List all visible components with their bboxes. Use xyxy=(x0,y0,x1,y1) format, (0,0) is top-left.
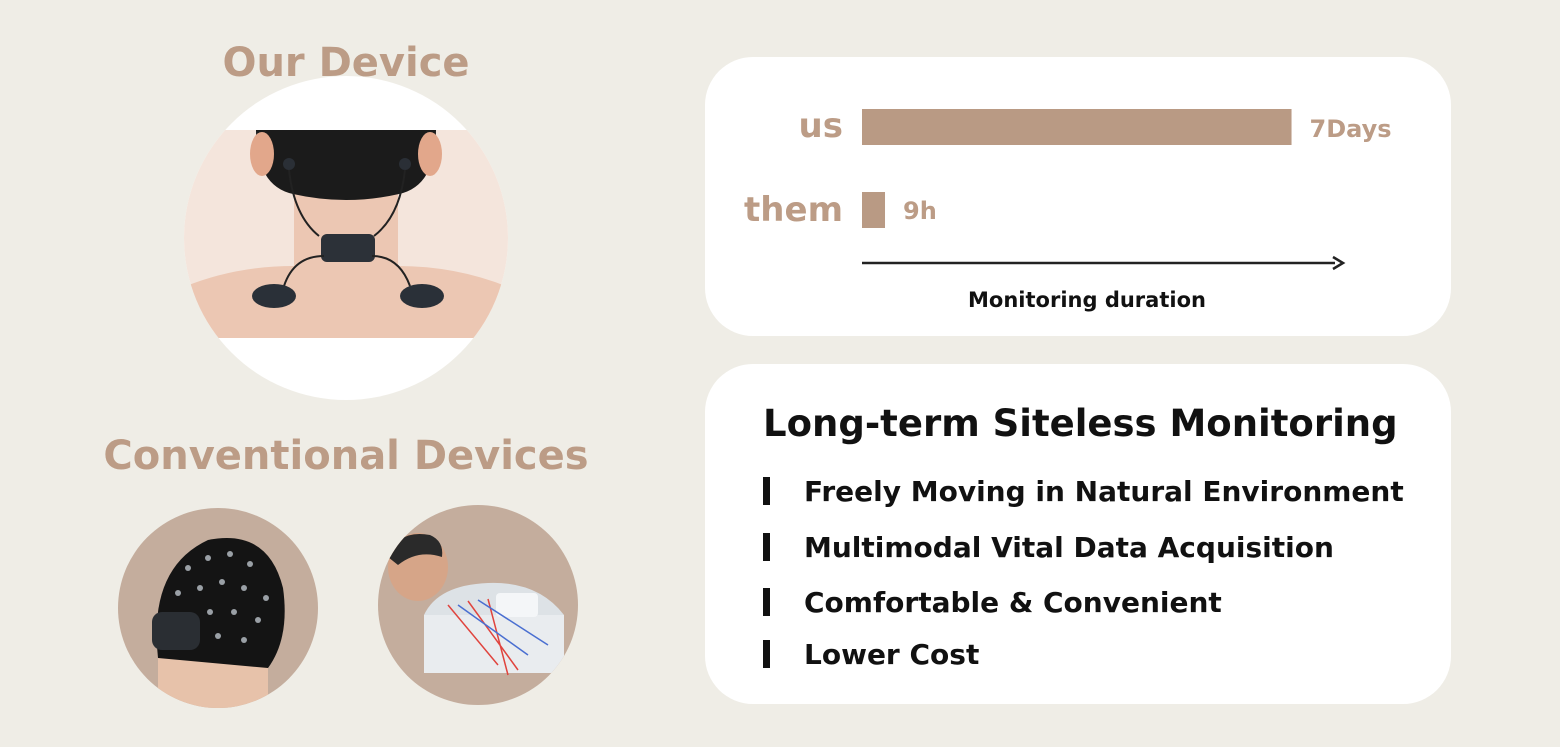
eeg-cap-illustration xyxy=(152,538,285,708)
features-title: Long-term Siteless Monitoring xyxy=(763,402,1398,445)
feature-item: Freely Moving in Natural Environment xyxy=(763,474,1404,508)
holter-patient-photo xyxy=(378,505,578,705)
eeg-cap-photo xyxy=(118,508,318,708)
feature-text: Lower Cost xyxy=(804,637,980,671)
bullet-bar-icon xyxy=(763,477,770,505)
category-label-us: us xyxy=(799,106,843,146)
our-device-photo xyxy=(184,76,508,400)
duration-chart-card: us them 7Days 9h Monitoring duration xyxy=(705,57,1451,336)
feature-item: Multimodal Vital Data Acquisition xyxy=(763,530,1334,564)
bar-us xyxy=(862,109,1292,145)
value-label-them: 9h xyxy=(903,197,937,225)
bar-them xyxy=(862,192,886,228)
neck-device-illustration xyxy=(184,130,508,338)
value-label-us: 7Days xyxy=(1310,115,1392,143)
conventional-devices-title: Conventional Devices xyxy=(103,433,589,479)
bullet-bar-icon xyxy=(763,533,770,561)
holter-patient-illustration xyxy=(388,533,564,676)
category-label-them: them xyxy=(744,190,843,230)
bullet-bar-icon xyxy=(763,588,770,616)
bullet-bar-icon xyxy=(763,640,770,668)
feature-text: Comfortable & Convenient xyxy=(804,585,1222,619)
feature-item: Lower Cost xyxy=(763,637,979,671)
duration-chart: us them 7Days 9h Monitoring duration xyxy=(744,106,1392,312)
x-axis-label: Monitoring duration xyxy=(968,288,1206,312)
feature-text: Freely Moving in Natural Environment xyxy=(804,474,1404,508)
feature-text: Multimodal Vital Data Acquisition xyxy=(804,530,1334,564)
features-card: Long-term Siteless Monitoring Freely Mov… xyxy=(705,364,1451,704)
feature-item: Comfortable & Convenient xyxy=(763,585,1222,619)
